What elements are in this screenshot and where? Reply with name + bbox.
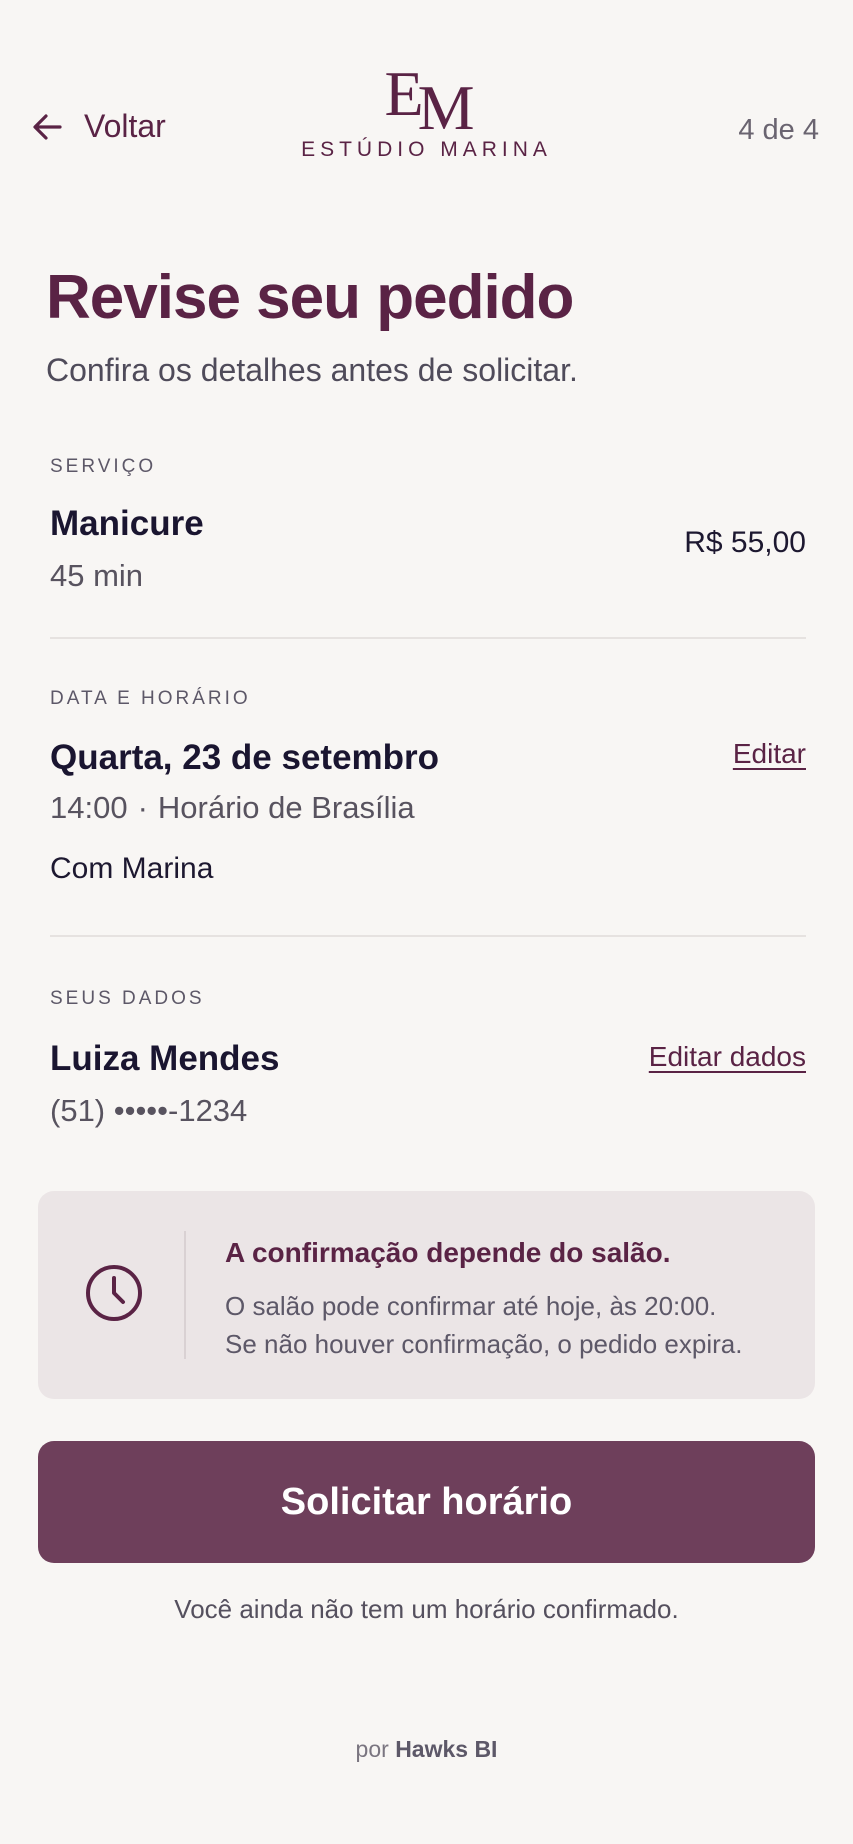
separator-dot: · xyxy=(137,790,148,825)
edit-schedule-link[interactable]: Editar xyxy=(733,738,806,770)
schedule-time-row: 14:00 · Horário de Brasília xyxy=(50,790,415,826)
service-duration: 45 min xyxy=(50,558,144,593)
divider xyxy=(50,637,806,639)
footer-credit: por Hawks BI xyxy=(0,1736,853,1763)
review-order-page: Voltar EM ESTÚDIO MARINA 4 de 4 Revise s… xyxy=(0,0,853,1844)
footer-prefix: por xyxy=(355,1736,389,1762)
logo-monogram-e: E xyxy=(384,58,424,129)
notice-title: A confirmação depende do salão. xyxy=(225,1237,671,1268)
customer-name: Luiza Mendes xyxy=(50,1039,280,1078)
logo-monogram-m: M xyxy=(417,72,475,143)
divider xyxy=(50,935,806,937)
notice-divider xyxy=(184,1231,186,1359)
clock-icon xyxy=(82,1261,146,1325)
schedule-timezone: Horário de Brasília xyxy=(157,790,415,825)
request-appointment-button[interactable]: Solicitar horário xyxy=(38,1441,815,1563)
footer-brand: Hawks BI xyxy=(395,1736,498,1762)
page-title: Revise seu pedido xyxy=(46,263,574,332)
step-indicator: 4 de 4 xyxy=(738,114,819,146)
service-section-label: SERVIÇO xyxy=(50,456,157,477)
logo-monogram: EM xyxy=(385,62,475,140)
service-price: R$ 55,00 xyxy=(684,526,806,559)
service-name: Manicure xyxy=(50,504,204,543)
logo: EM ESTÚDIO MARINA xyxy=(0,62,853,162)
notice-line-2: Se não houver confirmação, o pedido expi… xyxy=(225,1329,743,1359)
schedule-time: 14:00 xyxy=(50,790,128,825)
customer-section-label: SEUS DADOS xyxy=(50,988,205,1009)
confirmation-notice: A confirmação depende do salão. O salão … xyxy=(38,1191,815,1399)
edit-customer-link[interactable]: Editar dados xyxy=(649,1041,806,1073)
schedule-date: Quarta, 23 de setembro xyxy=(50,738,440,777)
notice-line-1: O salão pode confirmar até hoje, às 20:0… xyxy=(225,1291,717,1321)
page-subtitle: Confira os detalhes antes de solicitar. xyxy=(46,352,578,388)
schedule-section-label: DATA E HORÁRIO xyxy=(50,688,251,709)
cta-note: Você ainda não tem um horário confirmado… xyxy=(174,1594,679,1624)
customer-phone: (51) •••••-1234 xyxy=(50,1093,248,1128)
schedule-professional: Com Marina xyxy=(50,852,214,885)
